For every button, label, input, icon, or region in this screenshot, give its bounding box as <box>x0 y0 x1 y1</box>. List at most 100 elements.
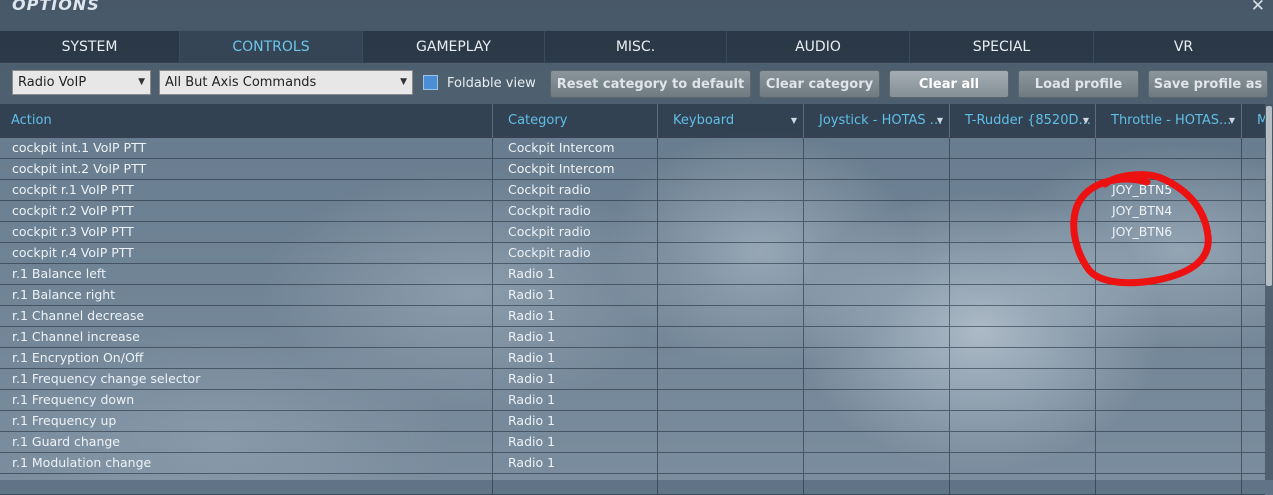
joystick-cell[interactable] <box>803 411 949 431</box>
joystick-cell[interactable] <box>803 243 949 263</box>
table-row[interactable]: r.1 Channel decrease Radio 1 <box>0 306 1265 327</box>
keyboard-cell[interactable] <box>657 159 803 179</box>
table-row[interactable]: r.1 Balance right Radio 1 <box>0 285 1265 306</box>
more-cell[interactable] <box>1241 159 1265 179</box>
category-cell[interactable]: Radio 1 <box>492 390 657 410</box>
rudder-cell[interactable] <box>949 432 1095 452</box>
keyboard-cell[interactable] <box>657 306 803 326</box>
keyboard-cell[interactable] <box>657 222 803 242</box>
rudder-cell[interactable] <box>949 327 1095 347</box>
scrollbar-thumb[interactable] <box>1266 106 1272 286</box>
joystick-cell[interactable] <box>803 369 949 389</box>
action-cell[interactable]: r.1 Frequency up <box>0 411 492 431</box>
action-cell[interactable]: r.1 Modulation change <box>0 453 492 473</box>
category-cell[interactable]: Radio 1 <box>492 327 657 347</box>
close-icon[interactable]: ✕ <box>1251 0 1265 16</box>
category-cell[interactable]: Radio 1 <box>492 411 657 431</box>
throttle-cell[interactable]: JOY_BTN5 <box>1095 180 1241 200</box>
rudder-cell[interactable] <box>949 285 1095 305</box>
joystick-cell[interactable] <box>803 474 949 494</box>
more-cell[interactable] <box>1241 243 1265 263</box>
more-cell[interactable] <box>1241 285 1265 305</box>
category-cell[interactable] <box>492 474 657 494</box>
throttle-cell[interactable] <box>1095 348 1241 368</box>
tab-controls[interactable]: CONTROLS <box>180 31 363 63</box>
vertical-scrollbar[interactable] <box>1265 104 1273 480</box>
joystick-cell[interactable] <box>803 201 949 221</box>
column-header-throttle[interactable]: Throttle - HOTAS... ▼ <box>1095 104 1241 138</box>
table-row[interactable]: cockpit r.4 VoIP PTT Cockpit radio <box>0 243 1265 264</box>
category-cell[interactable]: Radio 1 <box>492 369 657 389</box>
table-row[interactable]: cockpit int.1 VoIP PTT Cockpit Intercom <box>0 138 1265 159</box>
throttle-cell[interactable] <box>1095 432 1241 452</box>
joystick-cell[interactable] <box>803 453 949 473</box>
throttle-cell[interactable] <box>1095 474 1241 494</box>
category-cell[interactable]: Radio 1 <box>492 432 657 452</box>
column-header-more[interactable]: M <box>1241 104 1265 138</box>
keyboard-cell[interactable] <box>657 264 803 284</box>
throttle-cell[interactable] <box>1095 306 1241 326</box>
keyboard-cell[interactable] <box>657 474 803 494</box>
joystick-cell[interactable] <box>803 432 949 452</box>
keyboard-cell[interactable] <box>657 411 803 431</box>
throttle-cell[interactable] <box>1095 369 1241 389</box>
action-cell[interactable]: r.1 Balance left <box>0 264 492 284</box>
save-profile-button[interactable]: Save profile as <box>1148 70 1268 98</box>
keyboard-cell[interactable] <box>657 369 803 389</box>
throttle-cell[interactable]: JOY_BTN6 <box>1095 222 1241 242</box>
foldable-view-checkbox[interactable] <box>423 75 438 90</box>
column-header-keyboard[interactable]: Keyboard ▼ <box>657 104 803 138</box>
more-cell[interactable] <box>1241 138 1265 158</box>
category-cell[interactable]: Radio 1 <box>492 285 657 305</box>
action-cell[interactable]: cockpit int.2 VoIP PTT <box>0 159 492 179</box>
tab-gameplay[interactable]: GAMEPLAY <box>363 31 545 63</box>
keyboard-cell[interactable] <box>657 138 803 158</box>
rudder-cell[interactable] <box>949 138 1095 158</box>
action-cell[interactable]: cockpit r.4 VoIP PTT <box>0 243 492 263</box>
throttle-cell[interactable] <box>1095 390 1241 410</box>
table-row[interactable]: cockpit int.2 VoIP PTT Cockpit Intercom <box>0 159 1265 180</box>
table-row[interactable]: cockpit r.2 VoIP PTT Cockpit radio JOY_BTN… <box>0 201 1265 222</box>
rudder-cell[interactable] <box>949 180 1095 200</box>
joystick-cell[interactable] <box>803 306 949 326</box>
table-row[interactable]: r.1 Encryption On/Off Radio 1 <box>0 348 1265 369</box>
aircraft-select[interactable]: Radio VoIP ▼ <box>12 70 151 95</box>
action-cell[interactable]: cockpit r.3 VoIP PTT <box>0 222 492 242</box>
keyboard-cell[interactable] <box>657 348 803 368</box>
throttle-cell[interactable]: JOY_BTN4 <box>1095 201 1241 221</box>
action-cell[interactable]: r.1 Guard change <box>0 432 492 452</box>
action-cell[interactable]: r.1 Frequency down <box>0 390 492 410</box>
rudder-cell[interactable] <box>949 453 1095 473</box>
throttle-cell[interactable] <box>1095 159 1241 179</box>
category-cell[interactable]: Cockpit radio <box>492 222 657 242</box>
rudder-cell[interactable] <box>949 390 1095 410</box>
more-cell[interactable] <box>1241 264 1265 284</box>
tab-special[interactable]: SPECIAL <box>910 31 1094 63</box>
category-cell[interactable]: Cockpit Intercom <box>492 159 657 179</box>
joystick-cell[interactable] <box>803 180 949 200</box>
action-cell[interactable]: r.1 Balance right <box>0 285 492 305</box>
throttle-cell[interactable] <box>1095 285 1241 305</box>
more-cell[interactable] <box>1241 390 1265 410</box>
throttle-cell[interactable] <box>1095 243 1241 263</box>
column-header-category[interactable]: Category <box>492 104 657 138</box>
joystick-cell[interactable] <box>803 285 949 305</box>
tab-vr[interactable]: VR <box>1094 31 1273 63</box>
joystick-cell[interactable] <box>803 138 949 158</box>
more-cell[interactable] <box>1241 411 1265 431</box>
rudder-cell[interactable] <box>949 348 1095 368</box>
joystick-cell[interactable] <box>803 264 949 284</box>
rudder-cell[interactable] <box>949 222 1095 242</box>
more-cell[interactable] <box>1241 453 1265 473</box>
keyboard-cell[interactable] <box>657 390 803 410</box>
table-row[interactable]: r.1 Modulation change Radio 1 <box>0 453 1265 474</box>
throttle-cell[interactable] <box>1095 411 1241 431</box>
more-cell[interactable] <box>1241 222 1265 242</box>
joystick-cell[interactable] <box>803 327 949 347</box>
more-cell[interactable] <box>1241 327 1265 347</box>
action-cell[interactable]: r.1 Channel increase <box>0 327 492 347</box>
action-cell[interactable]: r.1 Frequency change selector <box>0 369 492 389</box>
clear-category-button[interactable]: Clear category <box>759 70 880 98</box>
category-cell[interactable]: Cockpit Intercom <box>492 138 657 158</box>
rudder-cell[interactable] <box>949 264 1095 284</box>
